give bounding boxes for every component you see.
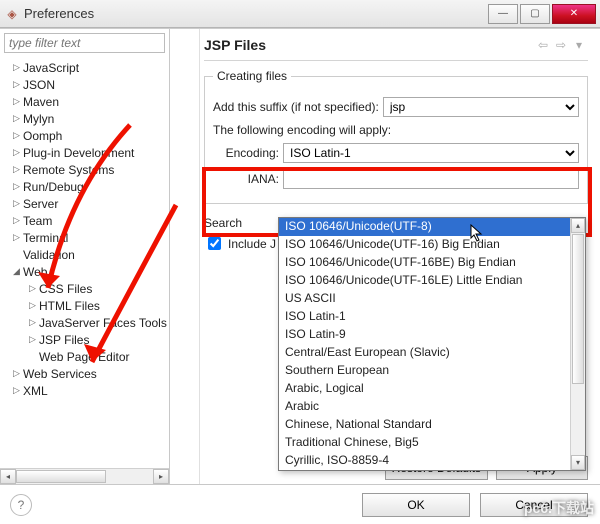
tree-expand-icon[interactable]: ▷ xyxy=(10,62,23,73)
tree-item[interactable]: ▷Mylyn xyxy=(4,110,169,127)
dropdown-option[interactable]: Arabic xyxy=(279,398,585,416)
tree-item[interactable]: ▷XML xyxy=(4,382,169,399)
tree-item[interactable]: ▷Maven xyxy=(4,93,169,110)
encoding-label: Encoding: xyxy=(223,146,279,160)
tree-expand-icon[interactable]: ▷ xyxy=(26,334,39,345)
encoding-select[interactable]: ISO Latin-1 xyxy=(283,143,579,163)
dialog-footer: ? OK Cancel xyxy=(0,484,600,524)
suffix-label: Add this suffix (if not specified): xyxy=(213,100,379,114)
scroll-down-icon[interactable]: ▾ xyxy=(571,455,585,470)
tree-expand-icon[interactable]: ▷ xyxy=(10,130,23,141)
dropdown-v-scroll[interactable]: ▴ ▾ xyxy=(570,218,585,470)
dropdown-option[interactable]: ISO Latin-9 xyxy=(279,326,585,344)
suffix-select[interactable]: jsp xyxy=(383,97,579,117)
encoding-dropdown[interactable]: ▴ ▾ ISO 10646/Unicode(UTF-8)ISO 10646/Un… xyxy=(278,217,586,471)
dropdown-option[interactable]: Chinese, National Standard xyxy=(279,416,585,434)
ok-button[interactable]: OK xyxy=(362,493,470,517)
tree-item[interactable]: ▷Plug-in Development xyxy=(4,144,169,161)
tree-expand-icon[interactable]: ◢ xyxy=(10,266,23,277)
tree-expand-icon[interactable]: ▷ xyxy=(10,198,23,209)
dropdown-option[interactable]: Arabic, Logical xyxy=(279,380,585,398)
dropdown-option[interactable]: ISO 10646/Unicode(UTF-16) Big Endian xyxy=(279,236,585,254)
app-icon: ◈ xyxy=(4,6,20,22)
tree-expand-icon[interactable]: ▷ xyxy=(10,232,23,243)
tree-expand-icon[interactable]: ▷ xyxy=(10,164,23,175)
cancel-button[interactable]: Cancel xyxy=(480,493,588,517)
tree-expand-icon[interactable]: ▷ xyxy=(26,300,39,311)
tree-expand-icon[interactable]: ▷ xyxy=(10,215,23,226)
tree-expand-icon[interactable]: ▷ xyxy=(10,385,23,396)
dropdown-option[interactable]: ISO Latin-1 xyxy=(279,308,585,326)
dropdown-option[interactable]: Central/East European (Slavic) xyxy=(279,344,585,362)
tree-item[interactable]: ▷Web Services xyxy=(4,365,169,382)
tree-item[interactable]: ▷CSS Files xyxy=(4,280,169,297)
tree-item[interactable]: ▷JSON xyxy=(4,76,169,93)
tree-item[interactable]: ▷JavaScript xyxy=(4,59,169,76)
encoding-apply-text: The following encoding will apply: xyxy=(213,123,391,137)
filter-input[interactable] xyxy=(4,33,165,53)
tree-expand-icon[interactable]: ▷ xyxy=(10,96,23,107)
tree-item[interactable]: ▷JSP Files xyxy=(4,331,169,348)
back-icon[interactable]: ⇦ xyxy=(534,37,552,53)
help-sidebar xyxy=(170,29,200,484)
include-jsp-checkbox[interactable] xyxy=(208,237,221,250)
scroll-up-icon[interactable]: ▴ xyxy=(571,218,585,233)
tree-item[interactable]: ▷Server xyxy=(4,195,169,212)
tree-item[interactable]: ◢Web xyxy=(4,263,169,280)
scroll-left-icon[interactable]: ◂ xyxy=(0,469,16,484)
tree-expand-icon[interactable]: ▷ xyxy=(10,79,23,90)
iana-label: IANA: xyxy=(223,172,279,186)
dropdown-option[interactable]: Traditional Chinese, Big5 xyxy=(279,434,585,452)
scroll-thumb[interactable] xyxy=(572,234,584,384)
tree-expand-icon[interactable]: ▷ xyxy=(10,368,23,379)
tree-expand-icon[interactable]: ▷ xyxy=(26,283,39,294)
dropdown-option[interactable]: US ASCII xyxy=(279,290,585,308)
tree-item[interactable]: ▷JavaServer Faces Tools xyxy=(4,314,169,331)
tree-expand-icon[interactable]: ▷ xyxy=(10,113,23,124)
include-jsp-label: Include J xyxy=(228,237,276,251)
dropdown-option[interactable]: ISO 10646/Unicode(UTF-16BE) Big Endian xyxy=(279,254,585,272)
tree-h-scroll[interactable]: ◂ ▸ xyxy=(0,468,169,484)
tree-item[interactable]: ▷Team xyxy=(4,212,169,229)
close-button[interactable]: ✕ xyxy=(552,4,596,24)
tree-item[interactable]: ▷Run/Debug xyxy=(4,178,169,195)
filter-wrap xyxy=(4,33,165,53)
minimize-button[interactable]: — xyxy=(488,4,518,24)
dropdown-option[interactable]: Cyrillic, ISO-8859-4 xyxy=(279,452,585,470)
forward-icon[interactable]: ⇨ xyxy=(552,37,570,53)
tree-panel: ▷JavaScript▷JSON▷Maven▷Mylyn▷Oomph▷Plug-… xyxy=(0,29,170,484)
preferences-tree[interactable]: ▷JavaScript▷JSON▷Maven▷Mylyn▷Oomph▷Plug-… xyxy=(0,57,169,468)
maximize-button[interactable]: ▢ xyxy=(520,4,550,24)
scroll-right-icon[interactable]: ▸ xyxy=(153,469,169,484)
creating-files-legend: Creating files xyxy=(213,69,291,83)
tree-expand-icon[interactable]: ▷ xyxy=(10,147,23,158)
window-titlebar: ◈ Preferences — ▢ ✕ xyxy=(0,0,600,28)
page-title: JSP Files xyxy=(204,37,534,53)
dropdown-option[interactable]: ISO 10646/Unicode(UTF-8) xyxy=(279,218,585,236)
tree-item[interactable]: Validation xyxy=(4,246,169,263)
dropdown-option[interactable]: Southern European xyxy=(279,362,585,380)
scroll-track[interactable] xyxy=(16,469,153,484)
settings-panel: JSP Files ⇦ ⇨ ▾ Creating files Add this … xyxy=(200,29,600,484)
tree-item[interactable]: Web Page Editor xyxy=(4,348,169,365)
scroll-thumb[interactable] xyxy=(16,470,106,483)
tree-item[interactable]: ▷Oomph xyxy=(4,127,169,144)
tree-expand-icon[interactable]: ▷ xyxy=(26,317,39,328)
dropdown-option[interactable]: ISO 10646/Unicode(UTF-16LE) Little Endia… xyxy=(279,272,585,290)
iana-input[interactable] xyxy=(283,169,579,189)
tree-item[interactable]: ▷Terminal xyxy=(4,229,169,246)
help-icon[interactable]: ? xyxy=(10,494,32,516)
window-title: Preferences xyxy=(24,6,488,21)
tree-item[interactable]: ▷HTML Files xyxy=(4,297,169,314)
tree-item[interactable]: ▷Remote Systems xyxy=(4,161,169,178)
tree-expand-icon[interactable]: ▷ xyxy=(10,181,23,192)
menu-icon[interactable]: ▾ xyxy=(570,37,588,53)
creating-files-group: Creating files Add this suffix (if not s… xyxy=(204,69,588,204)
